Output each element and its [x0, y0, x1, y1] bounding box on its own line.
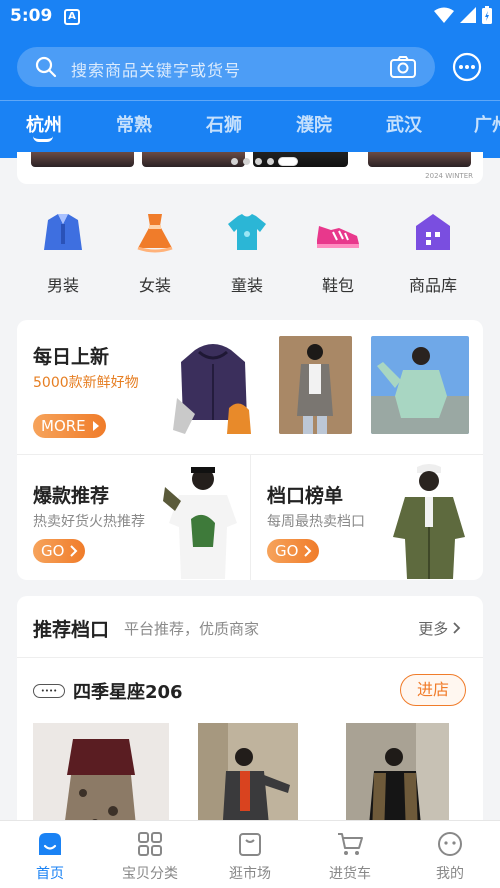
status-bar: 5:09 A — [0, 0, 500, 34]
enter-shop-button[interactable]: 进店 — [400, 674, 466, 706]
status-time: 5:09 — [10, 6, 53, 26]
women-dress-icon — [137, 214, 173, 253]
product-image-model-tee — [161, 461, 243, 579]
daily-new-section[interactable]: 每日上新 5000款新鲜好物 MORE — [17, 320, 483, 455]
bottom-nav: 首页 宝贝分类 逛市场 进货车 我的 — [0, 820, 500, 888]
shops-header: 推荐档口 平台推荐，优质商家 更多 — [17, 596, 483, 658]
category-shoes-bags[interactable]: 鞋包 — [298, 210, 378, 296]
shopping-bag-icon — [239, 833, 261, 856]
hot-title: 爆款推荐 — [33, 485, 110, 507]
warehouse-icon — [416, 214, 450, 250]
profile-icon — [438, 832, 462, 856]
product-image-model-sweater — [371, 336, 469, 434]
search-input[interactable]: 搜索商品关键字或货号 — [71, 57, 241, 81]
category-label: 商品库 — [408, 276, 457, 295]
kids-shirt-icon — [228, 214, 266, 250]
daily-subtitle: 5000款新鲜好物 — [33, 375, 139, 391]
search-bar[interactable]: 搜索商品关键字或货号 — [17, 47, 435, 87]
hot-recommend-section[interactable]: 爆款推荐 热卖好货火热推荐 GO — [17, 455, 250, 580]
recommended-shops-card: 推荐档口 平台推荐，优质商家 更多 •••• 四季星座206 进店 — [17, 596, 483, 836]
more-button-label: MORE — [41, 417, 86, 435]
daily-title: 每日上新 — [33, 346, 110, 368]
tab-puyuan[interactable]: 濮院 — [296, 111, 332, 137]
hot-subtitle: 热卖好货火热推荐 — [33, 514, 145, 530]
shop-name[interactable]: 四季星座206 — [73, 678, 183, 704]
chevron-right-icon — [304, 545, 312, 557]
category-label: 女装 — [138, 276, 171, 295]
carousel-dot — [255, 158, 262, 165]
nav-cart[interactable]: 进货车 — [310, 831, 390, 883]
category-women[interactable]: 女装 — [115, 210, 195, 296]
nav-categories[interactable]: 宝贝分类 — [110, 831, 190, 883]
more-button[interactable]: MORE — [33, 414, 106, 438]
more-label: 更多 — [418, 620, 449, 638]
caret-right-icon — [93, 421, 99, 431]
nav-label: 我的 — [436, 866, 464, 882]
city-tabs: 杭州 常熟 石狮 濮院 武汉 广州 — [0, 100, 500, 152]
category-grid: 男装 女装 童装 鞋包 商品库 — [0, 210, 500, 300]
status-icons — [434, 6, 492, 24]
camera-icon[interactable] — [389, 55, 417, 79]
carousel-dots — [231, 158, 297, 165]
battery-icon — [482, 6, 492, 24]
tab-shishi[interactable]: 石狮 — [206, 111, 242, 137]
category-label: 童装 — [230, 276, 263, 295]
banner-carousel[interactable]: 2024 WINTER — [17, 152, 483, 184]
rank-title: 档口榜单 — [267, 485, 344, 507]
go-button-label: GO — [275, 542, 299, 560]
shops-subtitle: 平台推荐，优质商家 — [124, 620, 260, 638]
carousel-dot — [243, 158, 250, 165]
header: 5:09 A 搜索商品关键字或货号 杭州 常熟 石狮 濮院 武汉 广州 — [0, 0, 500, 158]
product-image-model-shirt — [385, 461, 469, 579]
men-suit-icon — [44, 214, 82, 250]
category-label: 男装 — [46, 276, 79, 295]
nav-market[interactable]: 逛市场 — [210, 831, 290, 883]
nav-home[interactable]: 首页 — [10, 831, 90, 883]
tab-hangzhou[interactable]: 杭州 — [26, 111, 62, 137]
category-men[interactable]: 男装 — [23, 210, 103, 296]
nav-label: 宝贝分类 — [122, 866, 178, 882]
shop-logo: •••• — [33, 684, 65, 698]
home-icon — [39, 833, 61, 855]
banner-image — [142, 152, 245, 167]
promo-card: 每日上新 5000款新鲜好物 MORE 爆款推荐 热卖好货火热推荐 GO 档口榜… — [17, 320, 483, 580]
tab-changshu[interactable]: 常熟 — [116, 111, 152, 137]
app-notification-icon: A — [64, 9, 80, 25]
carousel-dot — [231, 158, 238, 165]
banner-image — [368, 152, 471, 167]
banner-image — [31, 152, 134, 167]
shops-title: 推荐档口 — [33, 619, 110, 641]
stall-ranking-section[interactable]: 档口榜单 每周最热卖档口 GO — [250, 455, 483, 580]
nav-label: 逛市场 — [229, 866, 271, 882]
category-warehouse[interactable]: 商品库 — [393, 210, 473, 296]
grid-icon — [138, 832, 162, 856]
product-image-jacket — [169, 338, 257, 438]
nav-label: 首页 — [36, 866, 64, 882]
active-tab-indicator — [33, 136, 53, 142]
go-button-label: GO — [41, 542, 65, 560]
cart-icon — [338, 833, 363, 855]
banner-watermark: 2024 WINTER — [425, 172, 473, 180]
wifi-icon — [434, 7, 454, 23]
signal-icon — [460, 7, 476, 23]
tab-guangzhou[interactable]: 广州 — [474, 111, 500, 137]
hot-go-button[interactable]: GO — [33, 539, 85, 563]
rank-go-button[interactable]: GO — [267, 539, 319, 563]
nav-profile[interactable]: 我的 — [410, 831, 490, 883]
carousel-dot-active — [279, 158, 297, 165]
shoe-icon — [317, 226, 359, 248]
shops-more-link[interactable]: 更多 — [418, 618, 461, 639]
chevron-right-icon — [453, 622, 461, 634]
category-kids[interactable]: 童装 — [207, 210, 287, 296]
message-icon[interactable] — [452, 52, 482, 82]
category-label: 鞋包 — [321, 276, 354, 295]
chevron-right-icon — [70, 545, 78, 557]
nav-label: 进货车 — [329, 866, 371, 882]
rank-subtitle: 每周最热卖档口 — [267, 514, 365, 530]
tab-wuhan[interactable]: 武汉 — [386, 111, 422, 137]
carousel-dot — [267, 158, 274, 165]
search-icon — [35, 56, 57, 78]
product-image-model-coat — [279, 336, 352, 434]
